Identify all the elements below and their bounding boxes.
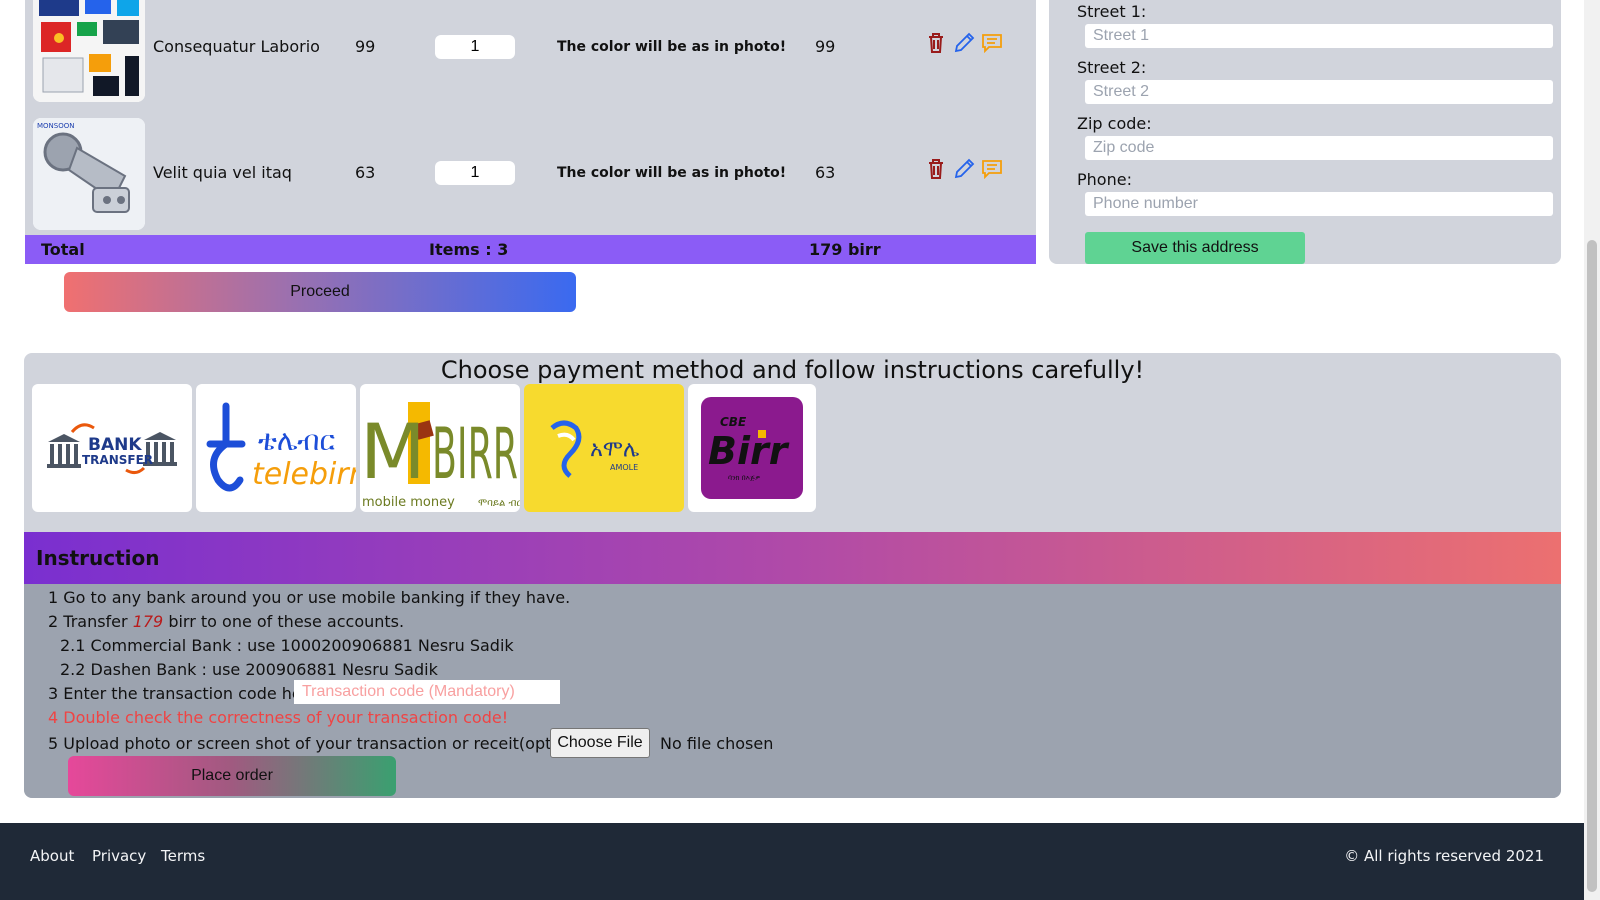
transaction-code-input[interactable] (294, 680, 560, 704)
payment-option-cbe-birr[interactable]: CBE Birr ባንክ በእጅዎ (688, 384, 816, 512)
total-amount: 179 birr (809, 240, 881, 259)
amole-amharic-text: አሞሌ (590, 437, 639, 462)
trash-icon[interactable] (925, 32, 947, 54)
product-price: 63 (355, 163, 376, 182)
page-scrollbar[interactable] (1584, 0, 1600, 900)
product-image[interactable] (33, 0, 145, 102)
cart-row: Consequatur Laborio 99 The color will be… (25, 0, 1036, 112)
step2-prefix: 2 Transfer (48, 612, 133, 631)
cart-total-bar: Total Items : 3 179 birr (25, 235, 1036, 264)
bank-transfer-text: TRANSFER (82, 453, 153, 467)
phone-label: Phone: (1077, 170, 1132, 189)
product-note: The color will be as in photo! (557, 39, 787, 55)
instruction-step-3: 3 Enter the transaction code here: (48, 684, 324, 703)
payment-title: Choose payment method and follow instruc… (440, 356, 1145, 384)
instruction-header: Instruction (24, 532, 1561, 584)
payment-option-bank-transfer[interactable]: BANK TRANSFER (32, 384, 192, 512)
items-count: Items : 3 (429, 240, 509, 259)
footer-link-privacy[interactable]: Privacy (92, 847, 146, 865)
scrollbar-thumb[interactable] (1587, 240, 1597, 892)
footer-link-about[interactable]: About (30, 847, 74, 865)
trash-icon[interactable] (925, 158, 947, 180)
proceed-button[interactable]: Proceed (64, 272, 576, 312)
total-label: Total (41, 240, 85, 259)
instruction-heading: Instruction (36, 546, 160, 570)
pencil-icon[interactable] (953, 158, 975, 180)
pencil-icon[interactable] (953, 32, 975, 54)
birr-text: Birr (708, 429, 790, 473)
phone-input[interactable] (1085, 192, 1553, 216)
quantity-input[interactable] (435, 35, 515, 59)
street1-input[interactable] (1085, 24, 1553, 48)
choose-file-button[interactable]: Choose File (550, 728, 650, 758)
comment-icon[interactable] (981, 32, 1003, 54)
bank-transfer-text: BANK (88, 435, 142, 455)
instruction-step-5: 5 Upload photo or screen shot of your tr… (48, 734, 597, 753)
product-subtotal: 99 (815, 37, 836, 56)
payment-option-telebirr[interactable]: ቴሌብር telebirr (196, 384, 356, 512)
place-order-button[interactable]: Place order (68, 756, 396, 796)
mbirr-birr-text: BIRR (432, 413, 518, 495)
cbe-birr-logo: CBE Birr ባንክ በእጅዎ (701, 397, 803, 499)
product-note: The color will be as in photo! (557, 165, 787, 181)
footer: About Privacy Terms © All rights reserve… (0, 823, 1584, 900)
zip-input[interactable] (1085, 136, 1553, 160)
payment-option-mbirr[interactable]: M BIRR mobile money ሞባይል ብር (360, 384, 520, 512)
file-status: No file chosen (660, 734, 774, 753)
row-actions (925, 158, 1003, 180)
instruction-step-1: 1 Go to any bank around you or use mobil… (48, 588, 571, 607)
instruction-step-4: 4 Double check the correctness of your t… (48, 708, 509, 727)
transfer-amount: 179 (132, 612, 164, 631)
amole-logo: አሞሌ AMOLE (550, 420, 639, 478)
image-brand-text: MONSOON (37, 122, 75, 130)
mbirr-logo: M BIRR mobile money ሞባይል ብር (360, 402, 520, 510)
amole-text: AMOLE (610, 463, 638, 472)
product-subtotal: 63 (815, 163, 836, 182)
telebirr-text: telebirr (252, 457, 356, 492)
payment-panel: Choose payment method and follow instruc… (24, 353, 1561, 798)
street2-input[interactable] (1085, 80, 1553, 104)
product-image[interactable]: MONSOON (33, 118, 145, 230)
copyright-text: © All rights reserved 2021 (1344, 847, 1544, 865)
comment-icon[interactable] (981, 158, 1003, 180)
footer-link-terms[interactable]: Terms (161, 847, 205, 865)
instruction-body: 1 Go to any bank around you or use mobil… (24, 584, 1561, 798)
step2-suffix: birr to one of these accounts. (163, 612, 405, 631)
product-name: Consequatur Laborio (153, 37, 320, 56)
mbirr-subtitle: mobile money (362, 495, 455, 510)
address-panel: Street 1: Street 2: Zip code: Phone: Sav… (1049, 0, 1561, 264)
product-price: 99 (355, 37, 376, 56)
telebirr-logo: ቴሌብር telebirr (206, 402, 356, 492)
cbe-birr-tagline: ባንክ በእጅዎ (728, 474, 760, 482)
instruction-step-2-2: 2.2 Dashen Bank : use 200906881 Nesru Sa… (60, 660, 438, 679)
row-actions (925, 32, 1003, 54)
mbirr-m-text: M (360, 407, 426, 496)
save-address-button[interactable]: Save this address (1085, 232, 1305, 264)
telebirr-amharic-text: ቴሌብር (258, 424, 335, 457)
cbe-text: CBE (720, 415, 747, 429)
cart-row: MONSOON Velit quia vel itaq 63 The color… (25, 116, 1036, 230)
instruction-step-2: 2 Transfer 179 birr to one of these acco… (48, 612, 404, 632)
product-name: Velit quia vel itaq (153, 163, 292, 182)
mbirr-amharic-subtitle: ሞባይል ብር (478, 498, 520, 509)
instruction-step-2-1: 2.1 Commercial Bank : use 1000200906881 … (60, 636, 514, 655)
street2-label: Street 2: (1077, 58, 1147, 77)
cart-panel: Consequatur Laborio 99 The color will be… (25, 0, 1036, 264)
payment-option-amole[interactable]: አሞሌ AMOLE (524, 384, 684, 512)
street1-label: Street 1: (1077, 2, 1147, 21)
zip-label: Zip code: (1077, 114, 1152, 133)
bank-transfer-logo: BANK TRANSFER (47, 423, 177, 475)
quantity-input[interactable] (435, 161, 515, 185)
